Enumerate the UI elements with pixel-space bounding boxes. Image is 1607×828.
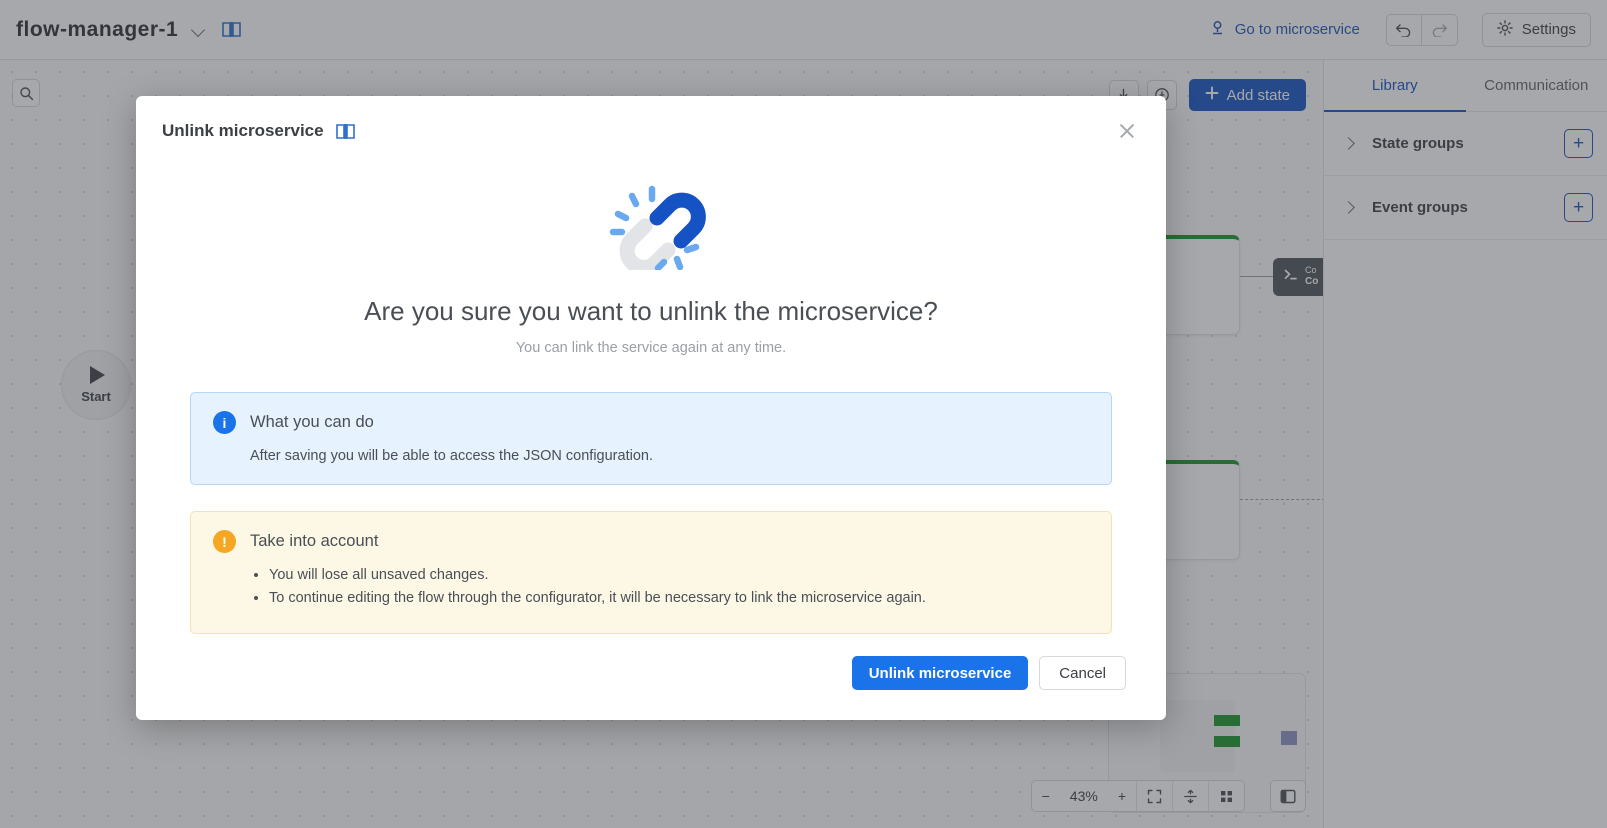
broken-link-icon bbox=[190, 174, 1112, 270]
info-callout: i What you can do After saving you will … bbox=[190, 392, 1112, 485]
unlink-microservice-dialog: Unlink microservice Are you sure you wan… bbox=[136, 96, 1166, 720]
book-icon[interactable] bbox=[335, 123, 355, 140]
info-callout-header: i What you can do bbox=[213, 411, 1089, 434]
confirm-unlink-button[interactable]: Unlink microservice bbox=[851, 656, 1029, 690]
dialog-header: Unlink microservice bbox=[136, 96, 1166, 144]
app-root: flow-manager-1 Go to microservice Settin… bbox=[0, 0, 1607, 828]
warning-callout-header: ! Take into account bbox=[213, 530, 1089, 553]
close-icon[interactable] bbox=[1114, 118, 1140, 144]
info-callout-title: What you can do bbox=[250, 413, 374, 431]
dialog-title: Unlink microservice bbox=[162, 121, 324, 140]
warning-icon: ! bbox=[213, 530, 236, 553]
warning-callout: ! Take into account You will lose all un… bbox=[190, 511, 1112, 634]
list-item: To continue editing the flow through the… bbox=[269, 590, 1089, 606]
dialog-body: Are you sure you want to unlink the micr… bbox=[136, 144, 1166, 656]
list-item: You will lose all unsaved changes. bbox=[269, 567, 1089, 583]
dialog-subline: You can link the service again at any ti… bbox=[515, 340, 787, 356]
info-callout-text: After saving you will be able to access … bbox=[250, 448, 653, 464]
warning-callout-title: Take into account bbox=[250, 532, 379, 550]
info-icon: i bbox=[213, 411, 236, 434]
dialog-headline: Are you sure you want to unlink the micr… bbox=[364, 296, 938, 326]
cancel-button[interactable]: Cancel bbox=[1039, 656, 1126, 690]
warning-callout-list: You will lose all unsaved changes. To co… bbox=[269, 567, 1089, 606]
dialog-footer: Unlink microservice Cancel bbox=[136, 656, 1166, 720]
